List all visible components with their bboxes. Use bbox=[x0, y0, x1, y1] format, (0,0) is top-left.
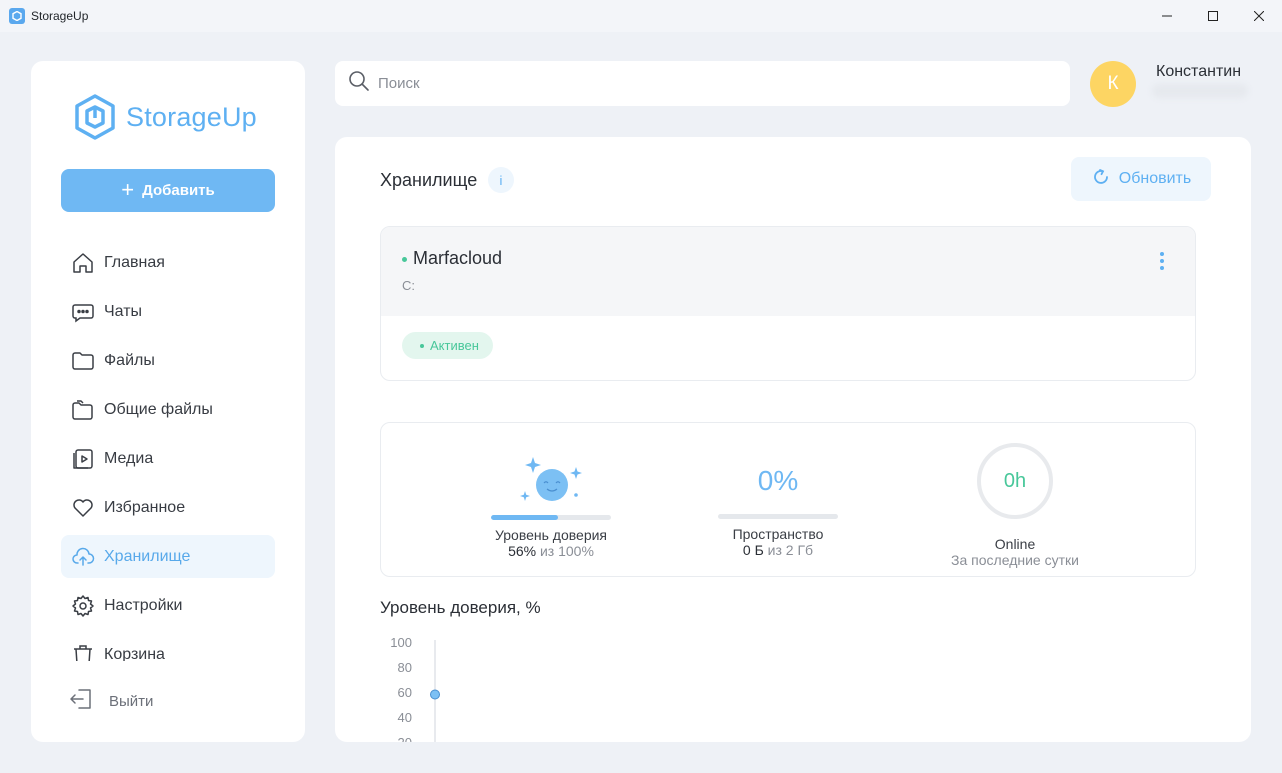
refresh-icon bbox=[1091, 167, 1111, 192]
plus-icon: + bbox=[121, 176, 135, 202]
add-button-label: Добавить bbox=[142, 182, 215, 199]
sidebar-item-label: Медиа bbox=[104, 449, 154, 467]
sidebar-item-label: Главная bbox=[104, 253, 165, 271]
sidebar-item-label: Корзина bbox=[104, 645, 165, 662]
info-button[interactable]: i bbox=[488, 167, 514, 193]
maximize-button[interactable] bbox=[1190, 0, 1236, 32]
online-dot bbox=[402, 257, 407, 262]
online-label: Online bbox=[994, 536, 1036, 552]
y-tick-label: 60 bbox=[398, 685, 412, 700]
sidebar-item-chats[interactable]: Чаты bbox=[61, 290, 275, 333]
chat-icon bbox=[70, 299, 96, 325]
heart-icon bbox=[70, 495, 96, 521]
cloud-upload-icon bbox=[70, 544, 96, 570]
app-logo-icon bbox=[9, 8, 25, 24]
logo-text: StorageUp bbox=[126, 101, 257, 132]
storage-card[interactable]: Marfacloud C: Активен bbox=[380, 226, 1196, 381]
space-percent: 0% bbox=[757, 465, 799, 496]
media-icon bbox=[70, 446, 96, 472]
space-label: Пространство bbox=[732, 526, 824, 542]
space-progress-bar bbox=[718, 514, 838, 519]
online-ring: 0h bbox=[977, 443, 1053, 519]
refresh-button[interactable]: Обновить bbox=[1071, 157, 1211, 201]
trust-stat: Уровень доверия 56% из 100% bbox=[489, 455, 613, 559]
refresh-button-label: Обновить bbox=[1118, 170, 1192, 187]
logout-button[interactable]: Выйти bbox=[69, 687, 153, 715]
user-email-blurred bbox=[1152, 84, 1248, 98]
gear-icon bbox=[70, 593, 96, 619]
sidebar-item-trash[interactable]: Корзина bbox=[61, 633, 275, 661]
sidebar-item-storage[interactable]: Хранилище bbox=[61, 535, 275, 578]
close-button[interactable] bbox=[1236, 0, 1282, 32]
space-value: 0 Б bbox=[742, 542, 764, 558]
more-menu-icon[interactable] bbox=[1153, 249, 1171, 273]
page-title: Хранилище bbox=[380, 170, 478, 190]
sidebar-item-label: Общие файлы bbox=[104, 400, 213, 418]
y-tick-label: 100 bbox=[390, 635, 412, 650]
space-stat: 0% Пространство 0 Б из 2 Гб bbox=[716, 465, 840, 558]
y-tick-label: 20 bbox=[398, 735, 412, 742]
trust-label: Уровень доверия bbox=[494, 527, 608, 543]
sidebar-item-media[interactable]: Медиа bbox=[61, 437, 275, 480]
trust-value: 56% bbox=[508, 543, 537, 559]
online-sub: За последние сутки bbox=[951, 552, 1079, 568]
sidebar-item-home[interactable]: Главная bbox=[61, 241, 275, 284]
trust-suffix: из 100% bbox=[539, 543, 594, 559]
window-title: StorageUp bbox=[31, 9, 89, 23]
search-input[interactable] bbox=[378, 75, 978, 92]
sidebar-item-favorites[interactable]: Избранное bbox=[61, 486, 275, 529]
trash-icon bbox=[70, 642, 96, 661]
online-stat: 0h Online За последние сутки bbox=[935, 443, 1095, 568]
folder-icon bbox=[70, 348, 96, 374]
search-icon bbox=[348, 70, 370, 97]
logout-label: Выйти bbox=[109, 692, 154, 710]
avatar[interactable]: К bbox=[1090, 61, 1136, 107]
shared-folder-icon bbox=[70, 397, 96, 423]
storage-name: Marfacloud bbox=[413, 248, 503, 268]
chart-point[interactable] bbox=[430, 689, 440, 700]
sidebar-item-files[interactable]: Файлы bbox=[61, 339, 275, 382]
storageup-logo-icon bbox=[75, 94, 115, 140]
title-bar: StorageUp bbox=[0, 0, 1282, 32]
sidebar-item-label: Избранное bbox=[104, 498, 186, 516]
trust-progress-bar bbox=[491, 515, 611, 520]
space-suffix: из 2 Гб bbox=[767, 542, 814, 558]
status-label: Активен bbox=[430, 338, 479, 353]
smiley-sparkle-icon bbox=[520, 457, 582, 501]
main-panel: Хранилище i Обновить Marfacloud C: Актив… bbox=[335, 137, 1251, 742]
sidebar-nav: Главная Чаты Файлы Общие файлы Медиа Изб… bbox=[61, 241, 275, 661]
trust-chart: 100 80 60 40 20 bbox=[390, 635, 440, 742]
minimize-button[interactable] bbox=[1144, 0, 1190, 32]
logo: StorageUp bbox=[74, 94, 257, 140]
status-badge: Активен bbox=[402, 332, 493, 359]
sidebar-item-label: Хранилище bbox=[104, 547, 191, 565]
stats-card: Уровень доверия 56% из 100% 0% Пространс… bbox=[380, 422, 1196, 577]
add-button[interactable]: + Добавить bbox=[61, 169, 275, 212]
y-tick-label: 40 bbox=[398, 710, 412, 725]
sidebar-item-label: Файлы bbox=[104, 351, 155, 369]
user-name[interactable]: Константин bbox=[1156, 63, 1241, 81]
storage-drive: C: bbox=[402, 278, 415, 293]
sidebar: StorageUp + Добавить Главная Чаты Файлы bbox=[31, 61, 305, 742]
sidebar-item-label: Настройки bbox=[104, 596, 183, 614]
search-bar bbox=[335, 61, 1070, 106]
logout-icon bbox=[69, 687, 95, 715]
sidebar-item-settings[interactable]: Настройки bbox=[61, 584, 275, 627]
y-tick-label: 80 bbox=[398, 660, 412, 675]
sidebar-item-label: Чаты bbox=[104, 302, 143, 320]
sidebar-item-shared-files[interactable]: Общие файлы bbox=[61, 388, 275, 431]
chart-title: Уровень доверия, % bbox=[380, 598, 541, 617]
home-icon bbox=[70, 250, 96, 276]
